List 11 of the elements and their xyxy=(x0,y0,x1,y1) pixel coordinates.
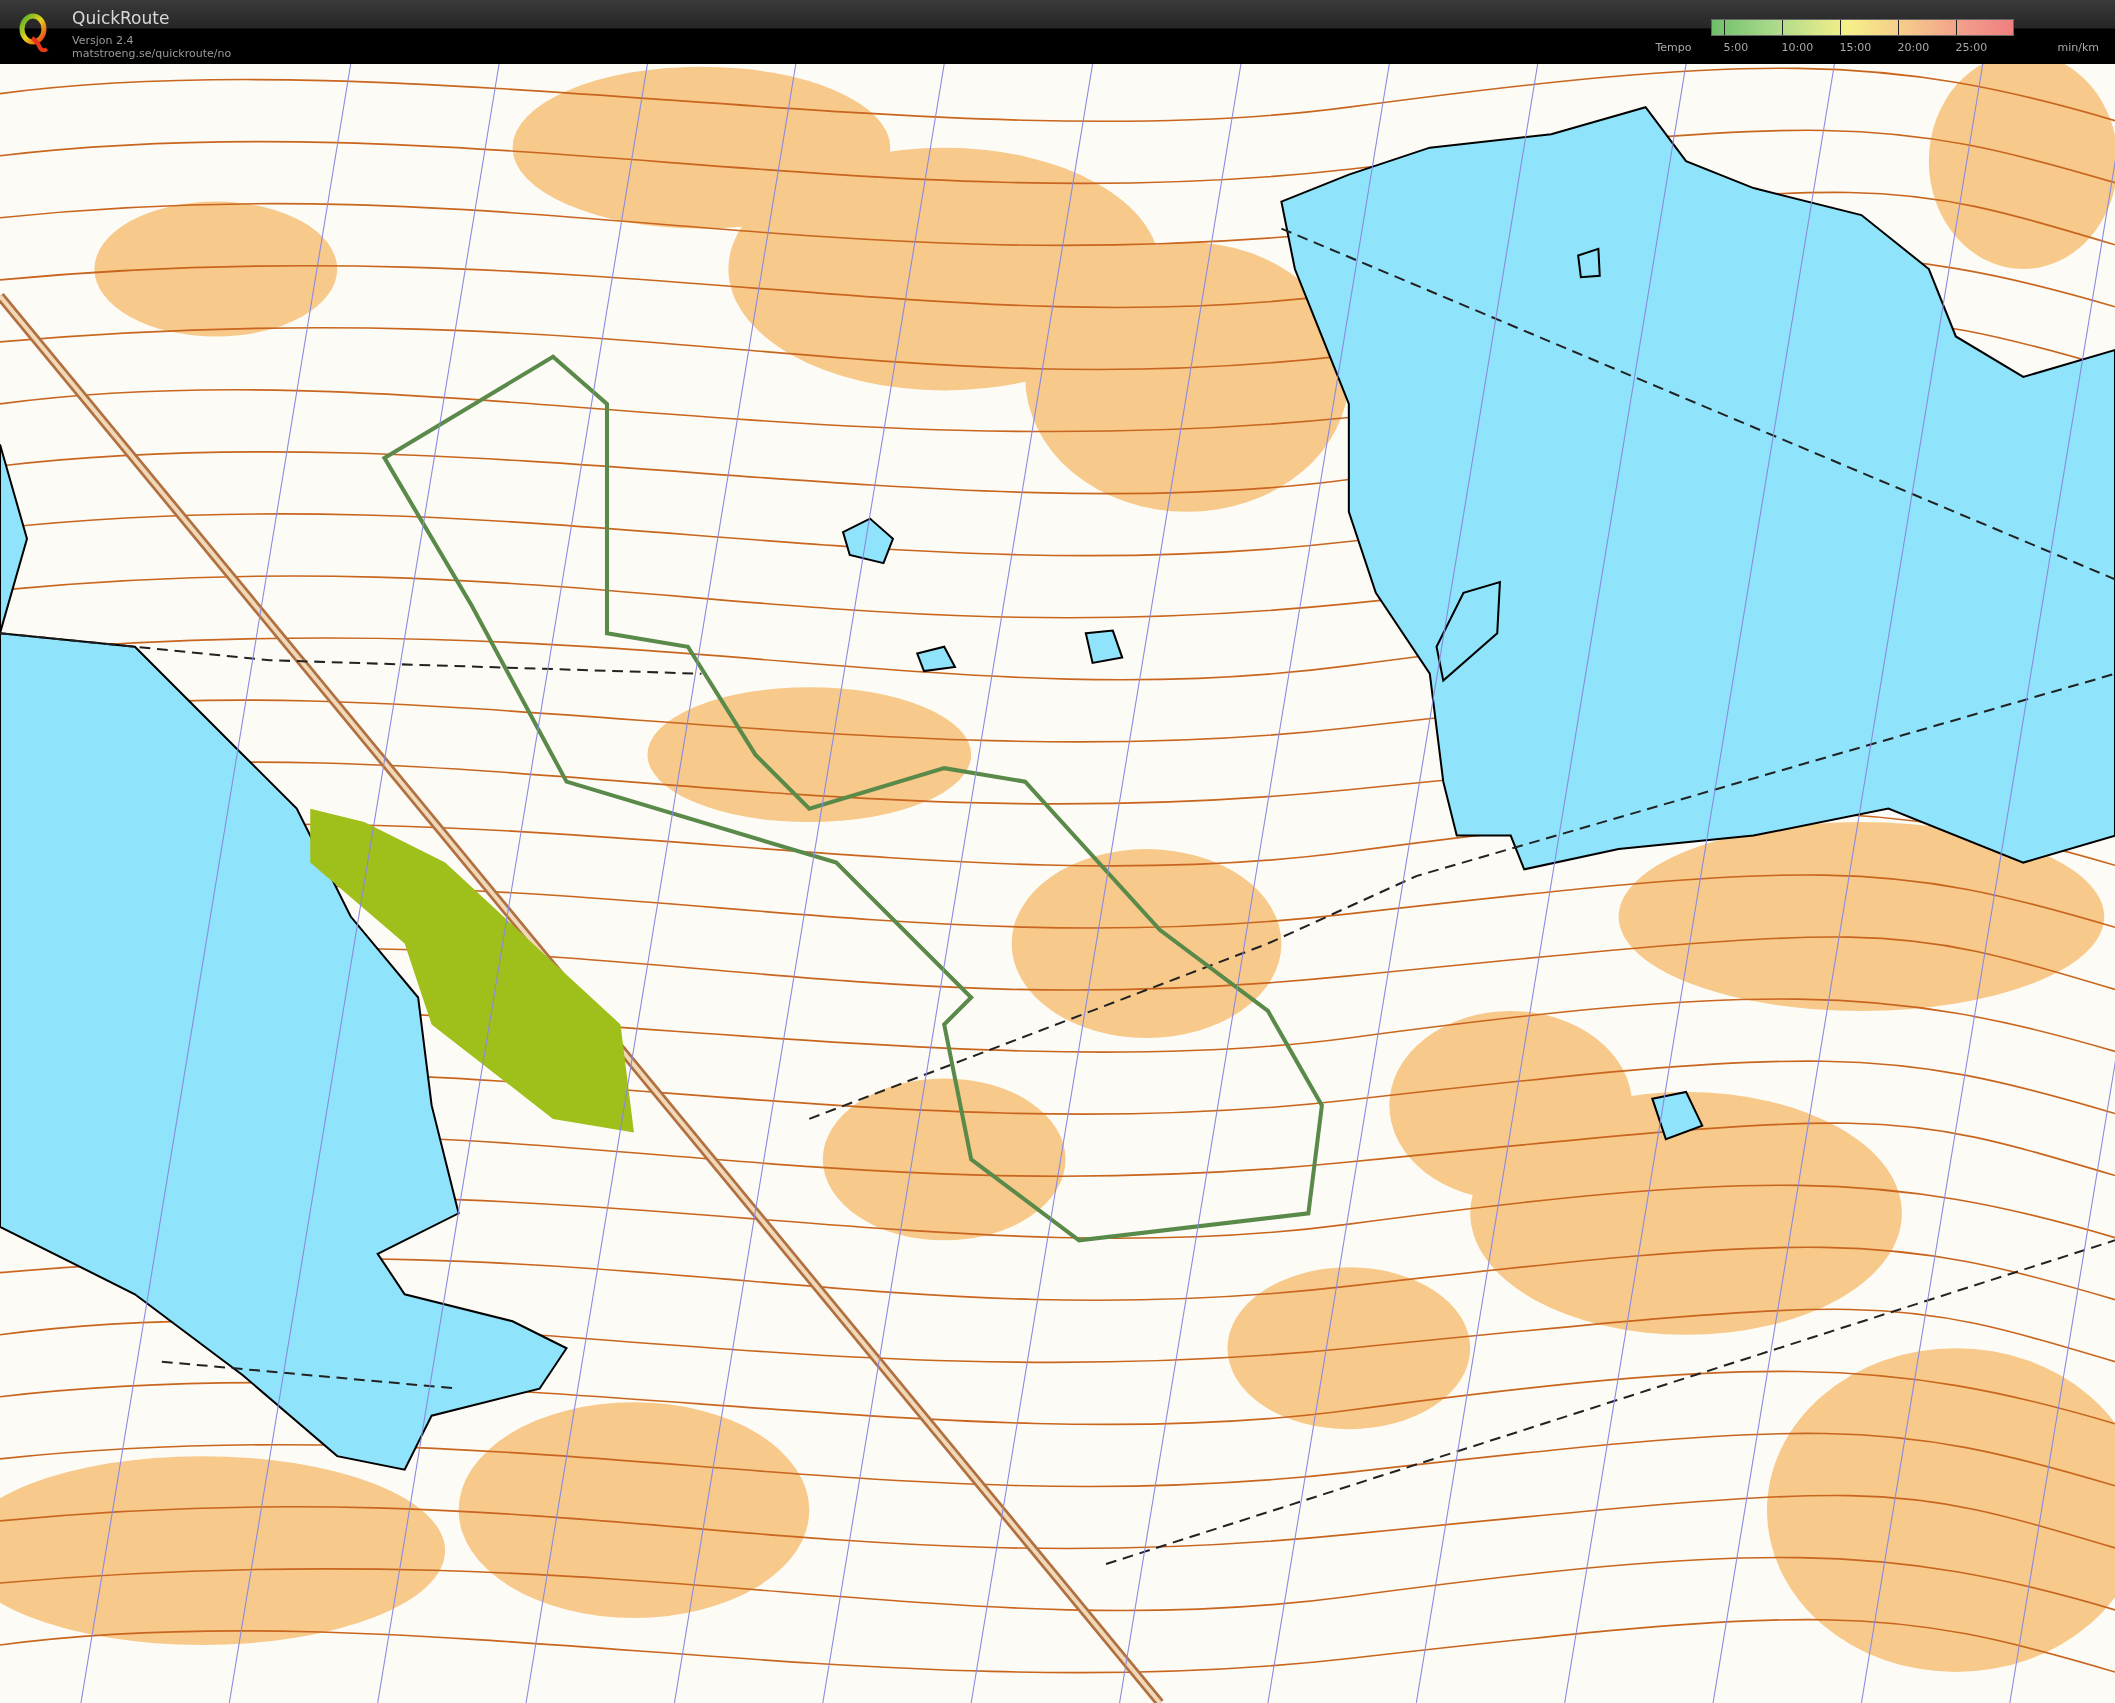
tick-label: 25:00 xyxy=(1955,41,1989,54)
app-title: QuickRoute xyxy=(72,6,171,29)
legend-label: Tempo xyxy=(1654,41,1693,54)
logo-icon xyxy=(18,12,50,52)
website-link[interactable]: matstroeng.se/quickroute/no xyxy=(72,46,232,60)
tick-label: 20:00 xyxy=(1897,41,1931,54)
version-text: Versjon 2.4 xyxy=(72,33,135,47)
tick-label: 10:00 xyxy=(1781,41,1815,54)
tick-label: 15:00 xyxy=(1839,41,1873,54)
unit-label: min/km xyxy=(2057,41,2099,54)
tick-label: 5:00 xyxy=(1723,41,1750,54)
